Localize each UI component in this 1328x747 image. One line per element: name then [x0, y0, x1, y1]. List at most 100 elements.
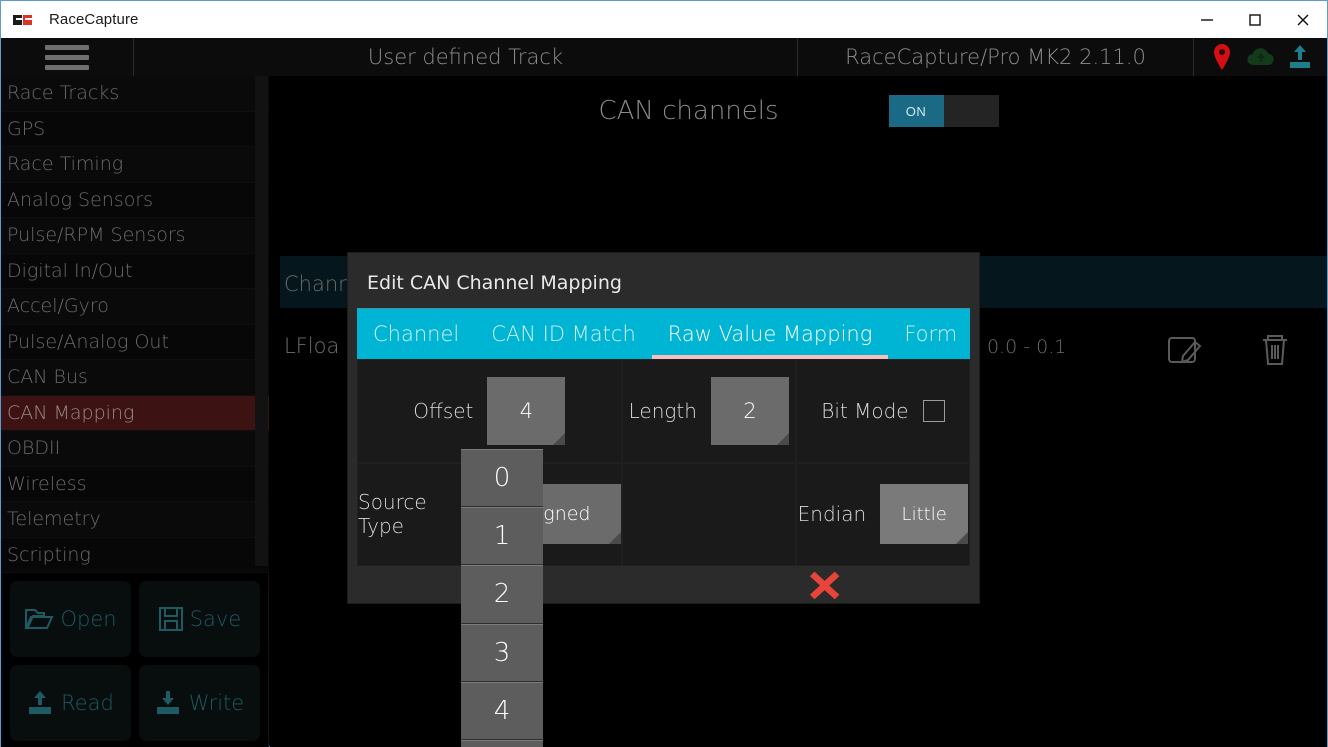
- track-title[interactable]: User defined Track: [134, 38, 798, 76]
- edit-channel-icon[interactable]: [1163, 328, 1207, 372]
- tab-channel[interactable]: Channel: [357, 309, 475, 359]
- length-spinner[interactable]: 2: [710, 376, 789, 445]
- sidebar-item-label: GPS: [7, 117, 46, 140]
- location-pin-icon[interactable]: [1205, 40, 1239, 74]
- close-window-button[interactable]: [1279, 1, 1327, 38]
- toggle-on-label: ON: [888, 95, 944, 127]
- offset-spinner[interactable]: 4: [487, 376, 566, 445]
- bit-mode-checkbox[interactable]: [922, 399, 945, 422]
- sidebar-item-obdii[interactable]: OBDII: [1, 431, 269, 467]
- write-button[interactable]: Write: [139, 665, 260, 741]
- dropdown-option-3[interactable]: 3: [461, 623, 543, 682]
- sidebar-item-analog-sensors[interactable]: Analog Sensors: [1, 182, 269, 218]
- open-button-label: Open: [60, 607, 117, 631]
- endian-field-group: Endian Little: [796, 463, 969, 565]
- sidebar-item-can-bus[interactable]: CAN Bus: [1, 360, 269, 396]
- cloud-upload-icon[interactable]: [1244, 40, 1278, 74]
- source-type-label: Source Type: [358, 490, 427, 539]
- dialog-close-button[interactable]: [809, 570, 843, 602]
- sidebar-item-pulse-analog-out[interactable]: Pulse/Analog Out: [1, 324, 269, 360]
- raw-value-mapping-panel: Offset 4 Length 2 Bit Mode Source Type U…: [357, 359, 970, 566]
- dropdown-option-2[interactable]: 2: [461, 565, 543, 624]
- sidebar-item-label: CAN Bus: [7, 366, 88, 389]
- sidebar: Race Tracks GPS Race Timing Analog Senso…: [1, 76, 269, 747]
- tab-formula[interactable]: Form: [888, 309, 970, 359]
- dropdown-option-label: 4: [493, 695, 511, 726]
- sidebar-item-label: Analog Sensors: [7, 188, 154, 211]
- sidebar-item-label: Scripting: [7, 543, 91, 566]
- sidebar-item-can-mapping[interactable]: CAN Mapping: [1, 395, 269, 431]
- length-label: Length: [628, 398, 697, 423]
- hamburger-menu-icon[interactable]: [1, 38, 134, 76]
- channel-name: LFloa: [284, 334, 340, 358]
- field-grid: Offset 4 Length 2 Bit Mode Source Type U…: [357, 359, 970, 566]
- offset-label: Offset: [413, 398, 474, 423]
- open-button[interactable]: Open: [10, 581, 131, 657]
- floppy-disk-icon: [158, 606, 184, 632]
- dialog-tabs: Channel CAN ID Match Raw Value Mapping F…: [357, 309, 970, 359]
- sidebar-item-digital-in-out[interactable]: Digital In/Out: [1, 253, 269, 289]
- dropdown-option-label: 1: [493, 521, 511, 552]
- content-header: CAN channels ON: [270, 76, 1327, 146]
- sidebar-item-telemetry[interactable]: Telemetry: [1, 502, 269, 538]
- dropdown-option-5[interactable]: 5: [461, 739, 543, 747]
- edit-can-channel-dialog: Edit CAN Channel Mapping Channel CAN ID …: [348, 253, 979, 603]
- upload-icon[interactable]: [1283, 40, 1317, 74]
- sidebar-item-race-timing[interactable]: Race Timing: [1, 147, 269, 183]
- offset-dropdown: 0 1 2 3 4 5: [461, 449, 543, 747]
- page-title: CAN channels: [598, 96, 779, 126]
- dropdown-option-label: 2: [493, 579, 511, 610]
- status-icon-group: [1194, 38, 1327, 76]
- save-button-label: Save: [189, 607, 242, 631]
- read-button-label: Read: [61, 691, 114, 715]
- dialog-footer: [357, 566, 970, 603]
- folder-open-icon: [24, 606, 55, 632]
- app-logo-icon: [13, 10, 39, 30]
- read-button[interactable]: Read: [10, 665, 131, 741]
- dropdown-option-4[interactable]: 4: [461, 681, 543, 740]
- sidebar-item-accel-gyro[interactable]: Accel/Gyro: [1, 289, 269, 325]
- tab-raw-value-mapping[interactable]: Raw Value Mapping: [651, 309, 889, 359]
- sidebar-item-label: CAN Mapping: [7, 401, 135, 424]
- dropdown-option-0[interactable]: 0: [461, 449, 543, 508]
- tab-label: Channel: [373, 322, 460, 346]
- sidebar-item-label: Race Timing: [7, 153, 124, 176]
- window-title: RaceCapture: [49, 11, 139, 28]
- delete-channel-icon[interactable]: [1253, 328, 1297, 372]
- sidebar-action-buttons: Open Save Read Write: [1, 581, 269, 741]
- write-button-label: Write: [188, 691, 245, 715]
- sidebar-item-label: Race Tracks: [7, 82, 120, 105]
- app-body: User defined Track RaceCapture/Pro MK2 2…: [0, 38, 1328, 747]
- dropdown-option-1[interactable]: 1: [461, 507, 543, 566]
- can-channels-toggle[interactable]: ON: [888, 95, 999, 127]
- sidebar-scrollbar[interactable]: [255, 76, 268, 566]
- sidebar-item-label: Pulse/RPM Sensors: [7, 224, 186, 247]
- sidebar-item-label: Telemetry: [7, 508, 101, 531]
- sidebar-nav-list: Race Tracks GPS Race Timing Analog Senso…: [1, 76, 269, 584]
- sidebar-item-pulse-rpm-sensors[interactable]: Pulse/RPM Sensors: [1, 218, 269, 254]
- offset-field-group: Offset 4: [358, 360, 621, 462]
- sidebar-scrollbar-thumb[interactable]: [255, 76, 268, 566]
- window-titlebar: RaceCapture: [0, 0, 1328, 38]
- channel-range: 0.0 - 0.1: [987, 336, 1067, 358]
- endian-select[interactable]: Little: [880, 484, 969, 545]
- sidebar-item-label: Pulse/Analog Out: [7, 330, 169, 353]
- maximize-button[interactable]: [1231, 1, 1279, 38]
- endian-label: Endian: [797, 502, 867, 527]
- tab-can-id-match[interactable]: CAN ID Match: [475, 309, 652, 359]
- sidebar-item-label: Wireless: [7, 472, 87, 495]
- sidebar-item-label: OBDII: [7, 437, 61, 460]
- sidebar-item-wireless[interactable]: Wireless: [1, 466, 269, 502]
- minimize-button[interactable]: [1183, 1, 1231, 38]
- device-read-icon: [27, 690, 55, 716]
- bit-mode-field-group: Bit Mode: [796, 360, 969, 462]
- spacer-cell: [622, 463, 795, 565]
- sidebar-item-scripting[interactable]: Scripting: [1, 537, 269, 573]
- application-window: RaceCapture User defined Track RaceCaptu…: [0, 0, 1328, 747]
- device-write-icon: [155, 690, 183, 716]
- save-button[interactable]: Save: [139, 581, 260, 657]
- sidebar-item-race-tracks[interactable]: Race Tracks: [1, 76, 269, 112]
- tab-label: CAN ID Match: [491, 322, 636, 346]
- sidebar-item-gps[interactable]: GPS: [1, 111, 269, 147]
- sidebar-item-label: Digital In/Out: [7, 259, 133, 282]
